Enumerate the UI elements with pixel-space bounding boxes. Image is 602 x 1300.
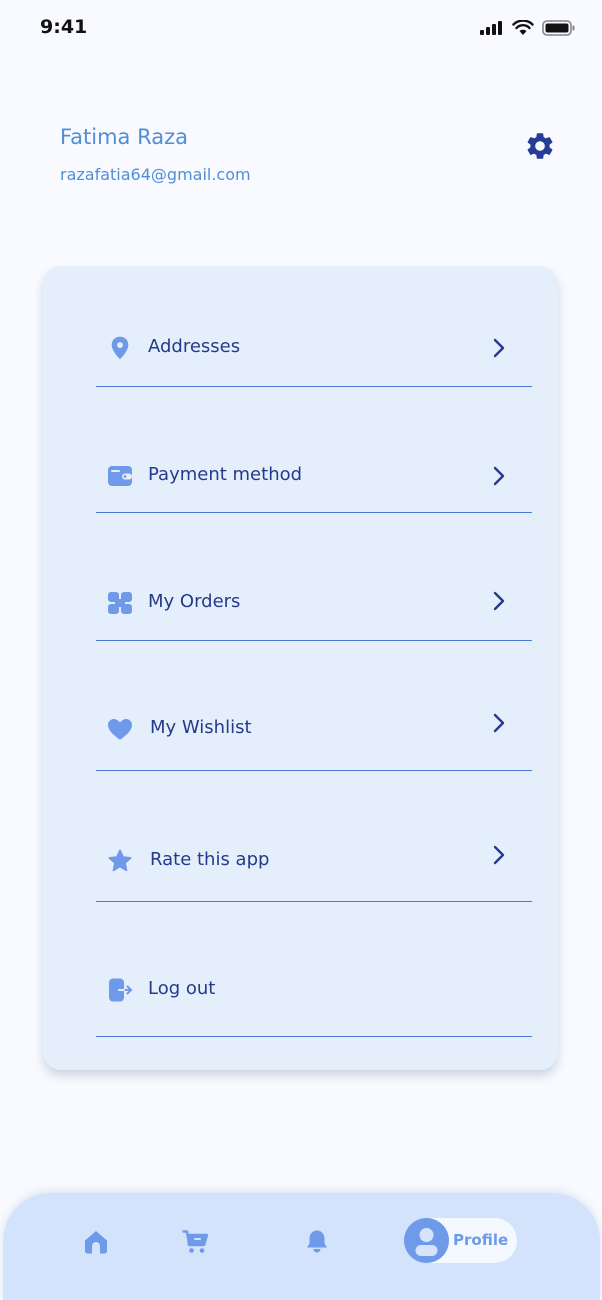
user-name: Fatima Raza [60, 125, 188, 149]
cart-icon[interactable] [182, 1229, 210, 1255]
menu-item-rate-this-app[interactable]: Rate this app [43, 830, 558, 890]
menu-label: Addresses [148, 336, 241, 357]
profile-avatar [404, 1218, 449, 1263]
menu-item-my-wishlist[interactable]: My Wishlist [43, 698, 558, 758]
bottom-nav: Profile [3, 1193, 600, 1300]
location-pin-icon [111, 336, 129, 359]
battery-icon [542, 20, 575, 36]
menu-label: Log out [148, 978, 216, 999]
wallet-icon [108, 466, 132, 486]
divider [96, 1036, 532, 1037]
divider [96, 770, 532, 771]
profile-nav-button[interactable]: Profile [404, 1218, 517, 1263]
menu-label: My Orders [148, 591, 241, 612]
menu-item-payment-method[interactable]: Payment method [43, 445, 558, 505]
profile-screen: 9:41 Fatima Raza razafatia64@gmail.com A… [0, 0, 602, 1300]
logout-icon [109, 978, 132, 1002]
menu-label: My Wishlist [150, 717, 252, 738]
star-icon [108, 849, 132, 872]
menu-item-log-out[interactable]: Log out [43, 959, 558, 1019]
settings-gear-icon[interactable] [524, 130, 556, 162]
status-time: 9:41 [40, 16, 88, 38]
bell-icon[interactable] [305, 1229, 329, 1255]
menu-item-my-orders[interactable]: My Orders [43, 572, 558, 632]
status-icons [480, 20, 576, 36]
divider [96, 640, 532, 641]
profile-nav-label: Profile [453, 1231, 509, 1249]
menu-item-addresses[interactable]: Addresses [43, 317, 558, 377]
chevron-right-icon [493, 845, 505, 865]
orders-icon [108, 592, 132, 614]
chevron-right-icon [493, 713, 505, 733]
menu-label: Payment method [148, 464, 303, 485]
profile-icon [415, 1228, 438, 1256]
heart-icon [108, 719, 132, 740]
divider [96, 512, 532, 513]
chevron-right-icon [493, 338, 505, 358]
chevron-right-icon [493, 466, 505, 486]
user-email: razafatia64@gmail.com [60, 165, 251, 184]
divider [96, 901, 532, 902]
wifi-icon [512, 20, 534, 35]
divider [96, 386, 532, 387]
home-icon[interactable] [83, 1229, 109, 1255]
chevron-right-icon [493, 591, 505, 611]
menu-label: Rate this app [150, 849, 270, 870]
signal-icon [480, 21, 502, 35]
profile-menu-card: Addresses Payment method My Orders My Wi… [43, 266, 558, 1070]
